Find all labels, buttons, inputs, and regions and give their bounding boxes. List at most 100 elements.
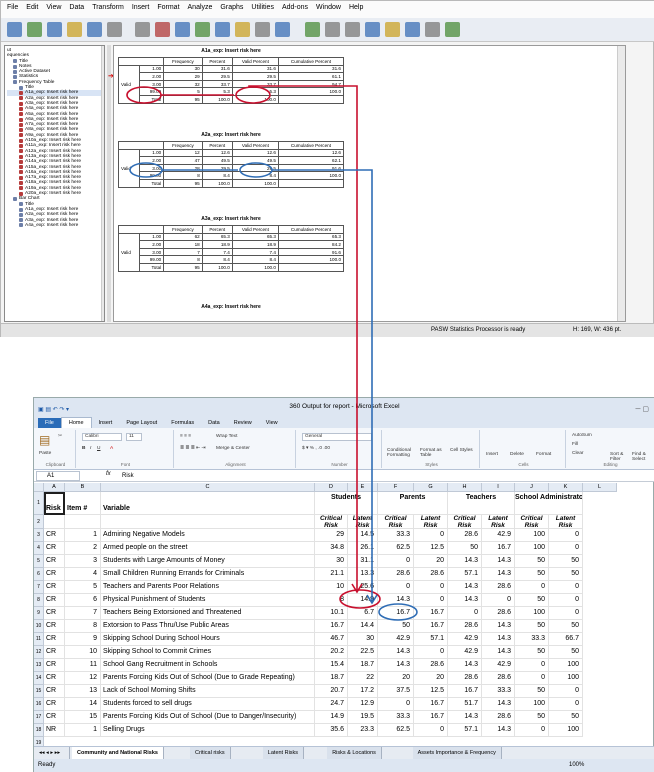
sheet-tab[interactable]: Critical risks [190,747,231,759]
percent-cell[interactable]: 0 [549,685,583,698]
percent-cell[interactable]: 14.5 [348,529,378,542]
risk-type-cell[interactable]: CR [44,594,65,607]
latent-risk-header[interactable]: Latent Risk [348,515,378,529]
row-header[interactable]: 9 [34,607,44,620]
percent-cell[interactable]: 50 [515,711,549,724]
autosum-button[interactable]: AutoSum [572,433,592,438]
percent-cell[interactable]: 50 [378,620,414,633]
percent-cell[interactable]: 57.1 [448,724,482,737]
percent-cell[interactable]: 50 [515,646,549,659]
sheet-tab[interactable]: Community and National Risks [72,747,164,759]
percent-cell[interactable]: 28.6 [378,568,414,581]
percent-cell[interactable]: 16.7 [414,607,448,620]
percent-cell[interactable]: 14.3 [482,633,515,646]
percent-cell[interactable]: 14.3 [482,620,515,633]
column-header-d[interactable]: D [315,483,348,492]
risk-type-cell[interactable]: CR [44,542,65,555]
menu-item-format[interactable]: Format [157,4,179,18]
row-header[interactable]: 3 [34,529,44,542]
percent-cell[interactable]: 31.1 [348,555,378,568]
menu-item-addons[interactable]: Add-ons [282,4,308,18]
percent-cell[interactable]: 12.5 [414,685,448,698]
menu-item-graphs[interactable]: Graphs [220,4,243,18]
percent-cell[interactable]: 14.4 [348,620,378,633]
row-header[interactable]: 16 [34,698,44,711]
latent-risk-header[interactable]: Latent Risk [482,515,515,529]
risk-type-cell[interactable]: CR [44,620,65,633]
sheet-tab[interactable]: Risks & Locations [327,747,382,759]
row-header[interactable]: 11 [34,633,44,646]
row-header[interactable]: 8 [34,594,44,607]
percent-cell[interactable]: 30 [348,633,378,646]
toolbar-button-7-icon[interactable] [135,22,150,37]
variable-name-cell[interactable]: Skipping School During School Hours [101,633,315,646]
item-number-cell[interactable]: 8 [65,620,101,633]
percent-cell[interactable]: 14.3 [378,646,414,659]
row-header[interactable]: 15 [34,685,44,698]
name-box[interactable]: A1 [36,471,80,481]
row-header[interactable]: 7 [34,581,44,594]
percent-cell[interactable]: 57.1 [414,633,448,646]
clear-button[interactable]: Clear [572,451,583,456]
percent-cell[interactable]: 50 [549,646,583,659]
percent-cell[interactable]: 0 [549,607,583,620]
percent-cell[interactable]: 14.3 [448,555,482,568]
toolbar-button-18-icon[interactable] [365,22,380,37]
percent-cell[interactable]: 34.8 [315,542,348,555]
item-number-cell[interactable]: 4 [65,568,101,581]
group-header[interactable]: Parents [378,492,448,515]
toolbar-button-13-icon[interactable] [255,22,270,37]
percent-cell[interactable]: 50 [515,620,549,633]
row-header[interactable]: 5 [34,555,44,568]
percent-cell[interactable]: 0 [414,594,448,607]
row-header[interactable]: 2 [34,515,44,529]
item-number-cell[interactable]: 15 [65,711,101,724]
risk-type-cell[interactable]: CR [44,659,65,672]
critical-risk-header[interactable]: Critical Risk [448,515,482,529]
percent-cell[interactable]: 62.5 [378,724,414,737]
percent-cell[interactable]: 100 [549,672,583,685]
percent-cell[interactable]: 22.5 [348,646,378,659]
row-header[interactable]: 1 [34,492,44,515]
percent-cell[interactable]: 50 [515,568,549,581]
toolbar-button-16-icon[interactable] [325,22,340,37]
content-scrollbar[interactable] [617,46,625,321]
percent-cell[interactable]: 42.9 [482,529,515,542]
toolbar-button-15-icon[interactable] [305,22,320,37]
column-header-f[interactable]: F [378,483,414,492]
pane-splitter[interactable] [107,45,111,322]
sheet-nav-arrows[interactable]: ◂◂ ◂ ▸ ▸▸ [34,747,70,759]
toolbar-button-14-icon[interactable] [275,22,290,37]
sheet-tab[interactable]: Latent Risks [262,747,305,759]
percent-cell[interactable]: 16.7 [414,698,448,711]
outline-scrollbar[interactable] [101,46,104,321]
ribbon-tab-file[interactable]: File [38,418,61,428]
variable-name-cell[interactable]: Teachers Being Extorsioned and Threatene… [101,607,315,620]
percent-cell[interactable]: 62.5 [378,542,414,555]
percent-cell[interactable]: 16.7 [414,620,448,633]
percent-cell[interactable]: 14.3 [482,646,515,659]
toolbar-button-9-icon[interactable] [175,22,190,37]
toolbar-button-19-icon[interactable] [385,22,400,37]
percent-cell[interactable]: 22 [348,672,378,685]
italic-button[interactable]: I [90,446,91,451]
font-name-select[interactable]: Calibri [82,433,122,441]
risk-type-cell[interactable]: NR [44,724,65,737]
output-outline-pane[interactable]: ut equencies Title Notes Active Dataset Stati… [4,45,105,322]
row-header[interactable]: 6 [34,568,44,581]
toolbar-button-6-icon[interactable] [107,22,122,37]
percent-cell[interactable]: 0 [414,724,448,737]
toolbar-button-22-icon[interactable] [445,22,460,37]
percent-cell[interactable]: 0 [414,646,448,659]
percent-cell[interactable]: 46.7 [315,633,348,646]
percent-cell[interactable]: 14.3 [378,659,414,672]
percent-cell[interactable]: 0 [414,581,448,594]
percent-cell[interactable]: 14.3 [482,555,515,568]
ribbon-tab-formulas[interactable]: Formulas [164,418,201,428]
outline-item[interactable]: A4a_exp: Insert risk here [7,223,104,228]
item-number-cell[interactable]: 12 [65,672,101,685]
column-header-c[interactable]: C [101,483,315,492]
variable-name-cell[interactable]: Students with Large Amounts of Money [101,555,315,568]
percent-cell[interactable]: 50 [515,685,549,698]
percent-cell[interactable]: 35.6 [315,724,348,737]
